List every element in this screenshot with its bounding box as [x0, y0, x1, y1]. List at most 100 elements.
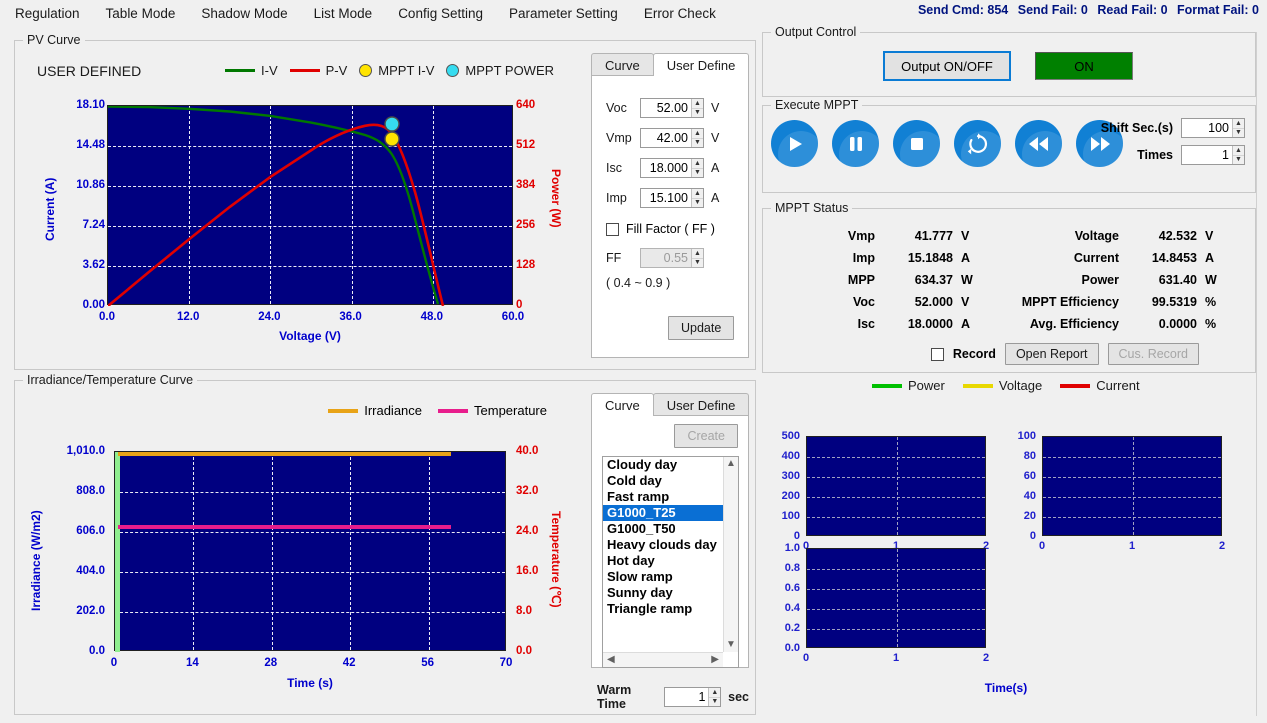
pv-xtick-2: 24.0	[258, 311, 281, 323]
current-mini-chart: 1.0 0.8 0.6 0.4 0.2 0.0 0 1 2 Time(s)	[762, 538, 1028, 695]
chevron-down-icon[interactable]: ▼	[709, 698, 720, 707]
chevron-up-icon[interactable]: ▲	[692, 99, 703, 109]
chevron-up-icon[interactable]: ▲	[692, 129, 703, 139]
menu-item-error-check[interactable]: Error Check	[633, 3, 727, 24]
output-on-off-button[interactable]: Output ON/OFF	[883, 51, 1011, 81]
vmp-stepper[interactable]: ▲▼	[640, 128, 704, 148]
status-row: Isc 18.0000 A Avg. Efficiency 0.0000 %	[763, 313, 1255, 335]
chevron-up-icon[interactable]: ▲	[692, 159, 703, 169]
tab-user-define[interactable]: User Define	[652, 393, 750, 416]
chevron-down-icon[interactable]: ▼	[1233, 156, 1244, 165]
shift-sec-stepper[interactable]: ▲▼	[1181, 118, 1245, 138]
menu-item-table-mode[interactable]: Table Mode	[95, 3, 187, 24]
ff-range-hint: ( 0.4 ~ 0.9 )	[606, 276, 671, 290]
current-ytick-5: 1.0	[784, 542, 800, 554]
menu-item-config-setting[interactable]: Config Setting	[387, 3, 494, 24]
output-control-title: Output Control	[771, 25, 861, 39]
send-cmd-count: Send Cmd: 854	[917, 3, 1009, 17]
irr-ytick-3: 606.0	[76, 525, 105, 537]
menu-item-list-mode[interactable]: List Mode	[303, 3, 384, 24]
status-key-imp: Imp	[852, 251, 875, 265]
voc-stepper[interactable]: ▲▼	[640, 98, 704, 118]
play-button[interactable]	[771, 120, 818, 167]
vmp-spin-buttons[interactable]: ▲ ▼	[691, 129, 703, 147]
chevron-up-icon[interactable]: ▲	[1233, 146, 1244, 156]
chevron-up-icon[interactable]: ▲	[709, 688, 721, 698]
open-report-button[interactable]: Open Report	[1004, 343, 1099, 365]
list-item[interactable]: Fast ramp	[603, 489, 723, 505]
power-ytick-1: 100	[781, 510, 800, 522]
chevron-right-icon[interactable]: ▶	[709, 653, 721, 667]
list-item-selected[interactable]: G1000_T25	[603, 505, 723, 521]
pv-y2tick-0: 0	[516, 299, 523, 311]
irr-xtick-3: 42	[342, 657, 356, 669]
imp-input[interactable]	[641, 189, 691, 207]
times-row: Times ▲▼	[1101, 145, 1245, 165]
stop-button[interactable]	[893, 120, 940, 167]
times-stepper[interactable]: ▲▼	[1181, 145, 1245, 165]
warm-time-spin-buttons[interactable]: ▲ ▼	[708, 688, 721, 707]
mini-charts-time-axis-label: Time(s)	[984, 681, 1028, 695]
vmp-input[interactable]	[641, 129, 691, 147]
chevron-up-icon[interactable]: ▲	[1233, 119, 1244, 129]
current-xtick-1: 1	[892, 652, 900, 664]
chevron-down-icon[interactable]: ▼	[692, 169, 703, 178]
curve-list-horizontal-scrollbar[interactable]: ◀ ▶	[603, 652, 723, 667]
rewind-button[interactable]	[1015, 120, 1062, 167]
output-control-panel: Output Control Output ON/OFF ON	[762, 25, 1256, 97]
update-button[interactable]: Update	[668, 316, 735, 340]
times-input[interactable]	[1182, 146, 1232, 164]
chevron-up-icon[interactable]: ▲	[724, 457, 738, 471]
pv-y2tick-5: 640	[516, 99, 536, 111]
voc-input[interactable]	[641, 99, 691, 117]
menu-item-parameter-setting[interactable]: Parameter Setting	[498, 3, 629, 24]
legend-entry-power: Power	[872, 378, 945, 393]
list-item[interactable]: Heavy clouds day	[603, 537, 723, 553]
warm-time-stepper[interactable]: ▲▼	[664, 687, 722, 707]
list-item[interactable]: Sunny day	[603, 585, 723, 601]
tab-user-define[interactable]: User Define	[652, 53, 750, 76]
chevron-up-icon[interactable]: ▲	[692, 189, 703, 199]
power-ytick-4: 400	[781, 450, 800, 462]
chevron-down-icon[interactable]: ▼	[1233, 129, 1244, 138]
shift-sec-input[interactable]	[1182, 119, 1232, 137]
current-ytick-4: 0.8	[784, 562, 800, 574]
imp-stepper[interactable]: ▲▼	[640, 188, 704, 208]
times-spin-buttons[interactable]: ▲ ▼	[1232, 146, 1244, 164]
menu-item-shadow-mode[interactable]: Shadow Mode	[190, 3, 298, 24]
pause-button[interactable]	[832, 120, 879, 167]
isc-spin-buttons[interactable]: ▲ ▼	[691, 159, 703, 177]
chevron-down-icon[interactable]: ▼	[692, 199, 703, 208]
chevron-down-icon[interactable]: ▼	[724, 638, 738, 652]
isc-stepper[interactable]: ▲▼	[640, 158, 704, 178]
chevron-left-icon[interactable]: ◀	[605, 653, 617, 667]
record-checkbox[interactable]	[930, 347, 944, 361]
isc-input[interactable]	[641, 159, 691, 177]
menu-item-regulation[interactable]: Regulation	[4, 3, 91, 24]
warm-time-input[interactable]	[665, 688, 709, 706]
chevron-down-icon[interactable]: ▼	[692, 139, 703, 148]
list-item[interactable]: Slow ramp	[603, 569, 723, 585]
power-ytick-3: 300	[781, 470, 800, 482]
voc-spin-buttons[interactable]: ▲ ▼	[691, 99, 703, 117]
imp-spin-buttons[interactable]: ▲ ▼	[691, 189, 703, 207]
fill-factor-checkbox-row[interactable]: Fill Factor ( FF )	[606, 222, 715, 236]
chevron-down-icon[interactable]: ▼	[692, 109, 703, 118]
curve-list-vertical-scrollbar[interactable]: ▲ ▼	[723, 457, 738, 652]
status-key-voltage: Voltage	[1074, 229, 1119, 243]
list-item[interactable]: Hot day	[603, 553, 723, 569]
irr-y2-axis-title: Temperature (℃)	[549, 511, 563, 608]
tab-curve[interactable]: Curve	[591, 53, 654, 76]
pv-ytick-1: 3.62	[82, 259, 105, 271]
list-item[interactable]: Triangle ramp	[603, 601, 723, 617]
list-item[interactable]: Cloudy day	[603, 457, 723, 473]
curve-listbox[interactable]: Cloudy day Cold day Fast ramp G1000_T25 …	[602, 456, 739, 668]
power-mini-chart: 500 400 300 200 100 0 0 1 2	[762, 406, 992, 552]
tab-curve[interactable]: Curve	[591, 393, 654, 416]
list-item[interactable]: G1000_T50	[603, 521, 723, 537]
fill-factor-checkbox[interactable]	[606, 222, 619, 236]
list-item[interactable]: Cold day	[603, 473, 723, 489]
status-value-power: 631.40	[1158, 273, 1197, 287]
shift-sec-spin-buttons[interactable]: ▲ ▼	[1232, 119, 1244, 137]
loop-button[interactable]	[954, 120, 1001, 167]
